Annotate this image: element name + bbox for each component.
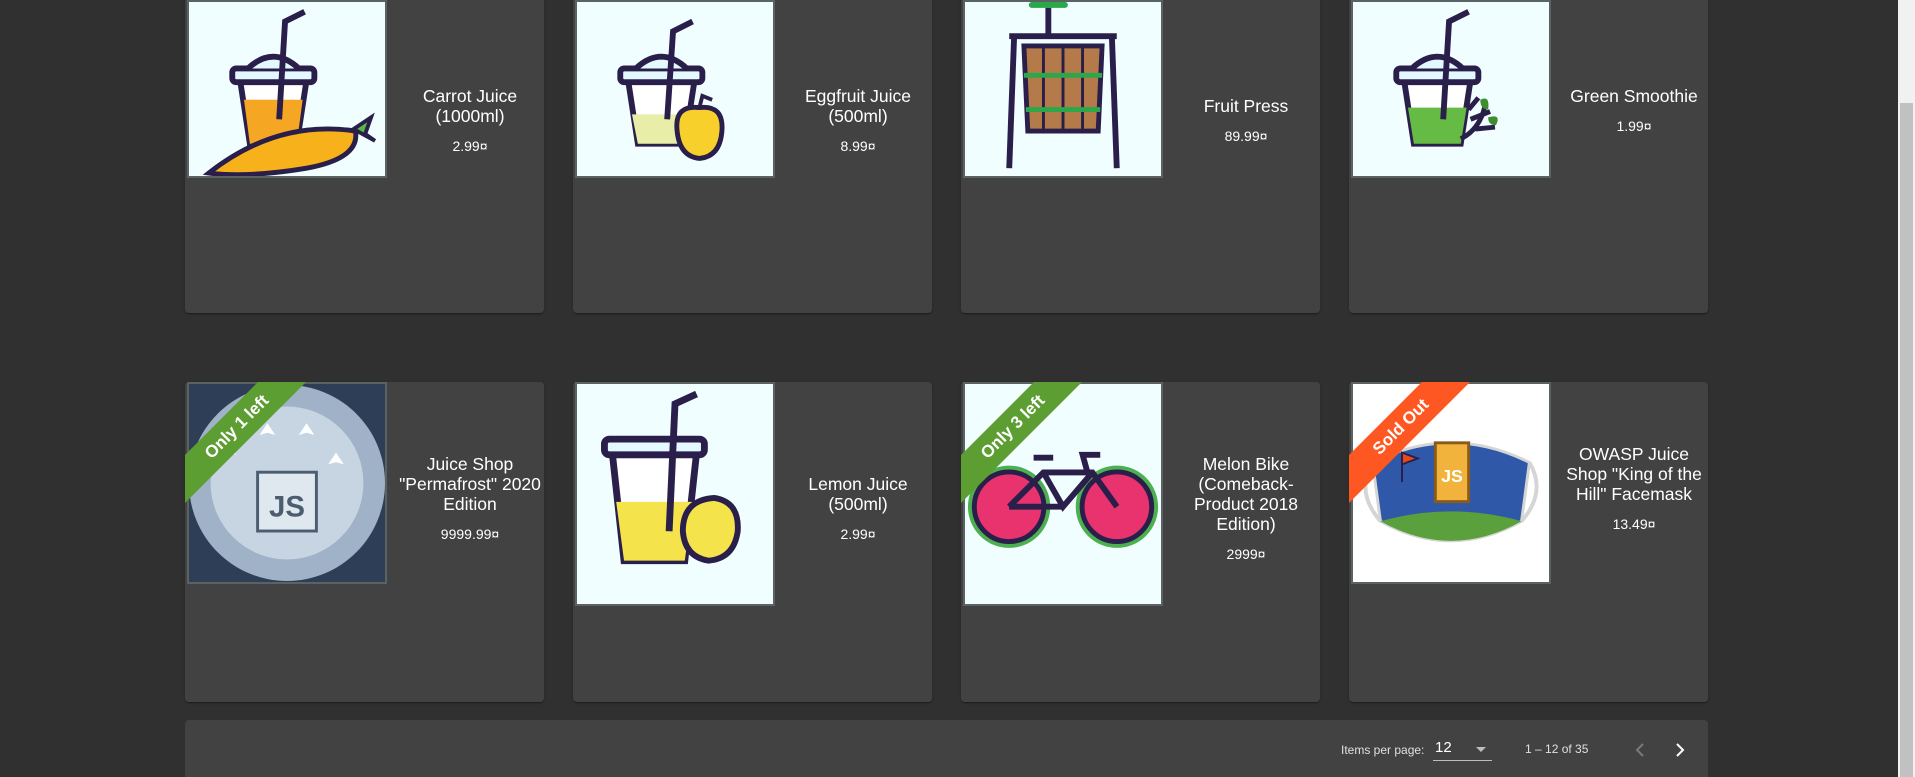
product-name: Fruit Press [1203,96,1289,116]
eggfruit-juice-image [575,0,775,178]
product-card[interactable]: Eggfruit Juice (500ml) 8.99¤ [573,0,932,313]
previous-page-button[interactable] [1622,732,1658,768]
product-name: Eggfruit Juice (500ml) [804,86,912,126]
product-price: 8.99¤ [840,138,876,154]
carrot-juice-image [187,0,387,178]
product-card[interactable]: Only 3 left Melon Bike (Comeback-Product… [961,382,1320,702]
product-name: Carrot Juice (1000ml) [422,86,518,126]
product-price: 13.49¤ [1612,516,1656,532]
chevron-left-icon [1635,743,1644,757]
chevron-right-icon [1676,743,1685,757]
page-range-label: 1 – 12 of 35 [1525,742,1589,756]
product-name: Lemon Juice (500ml) [808,474,908,514]
product-name: Green Smoothie [1570,86,1698,106]
scrollbar-thumb[interactable] [1900,103,1913,777]
melon-bike-image [963,382,1163,606]
product-price: 2999¤ [1226,546,1266,562]
product-name: Melon Bike (Comeback-Product 2018 Editio… [1193,454,1299,534]
items-per-page-value: 12 [1435,739,1452,756]
items-per-page-select[interactable]: 12 [1433,739,1492,761]
dropdown-arrow-icon [1476,747,1486,752]
fruit-press-image [963,0,1163,178]
next-page-button[interactable] [1662,732,1698,768]
svg-text:JS: JS [269,490,305,523]
lemon-juice-image [575,382,775,606]
paginator: Items per page: 12 1 – 12 of 35 [185,720,1708,777]
product-price: 1.99¤ [1616,118,1652,134]
product-price: 2.99¤ [452,138,488,154]
product-price: 9999.99¤ [440,526,500,542]
product-card[interactable]: Only 1 left JS Juice Shop "Permafrost" 2… [185,382,544,702]
product-price: 89.99¤ [1224,128,1268,144]
facemask-image: JS [1351,382,1551,584]
page-scrollbar[interactable] [1898,0,1915,777]
product-card[interactable]: Carrot Juice (1000ml) 2.99¤ [185,0,544,313]
product-card[interactable]: Fruit Press 89.99¤ [961,0,1320,313]
svg-text:JS: JS [1441,466,1463,486]
green-smoothie-image [1351,0,1551,178]
product-name: Juice Shop "Permafrost" 2020 Edition [399,454,541,514]
permafrost-coin-image: JS [187,382,387,584]
product-name: OWASP Juice Shop "King of the Hill" Face… [1566,444,1702,504]
product-price: 2.99¤ [840,526,876,542]
product-card[interactable]: Sold Out JS OWASP Juice Shop "King of th… [1349,382,1708,702]
product-card[interactable]: Lemon Juice (500ml) 2.99¤ [573,382,932,702]
product-card[interactable]: Green Smoothie 1.99¤ [1349,0,1708,313]
items-per-page-label: Items per page: [1341,743,1425,757]
